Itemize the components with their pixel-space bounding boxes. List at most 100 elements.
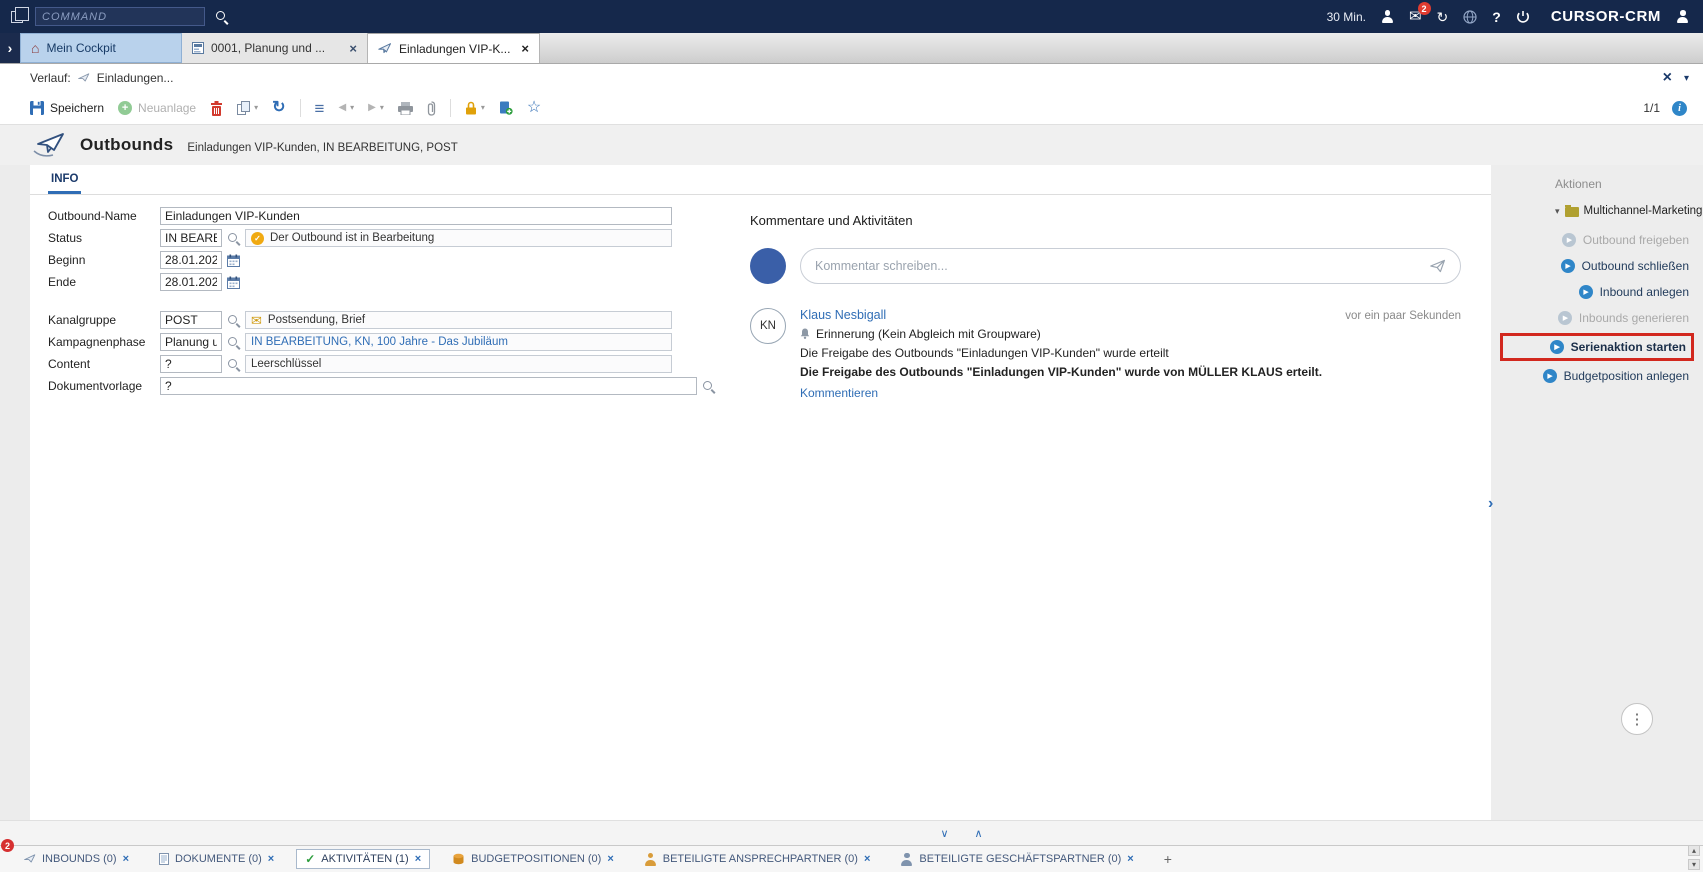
comment-link[interactable]: Kommentieren <box>800 386 878 400</box>
kampagnenphase-lookup-icon[interactable] <box>227 336 240 349</box>
collapse-panel-icon[interactable]: ∨ <box>940 827 948 840</box>
bottom-tab-aktivitaeten[interactable]: ✓ AKTIVITÄTEN (1) × <box>296 849 430 869</box>
beginn-input[interactable] <box>160 251 222 269</box>
menu-button[interactable]: ≡ <box>315 100 325 117</box>
verlauf-entry[interactable]: Einladungen... <box>97 71 174 85</box>
expand-panel-icon[interactable]: ∧ <box>975 827 983 840</box>
add-tab-button[interactable]: + <box>1156 851 1180 867</box>
bottom-tab-dokumente[interactable]: DOKUMENTE (0) × <box>151 850 282 868</box>
comment-input-box[interactable] <box>800 248 1461 284</box>
verlauf-label: Verlauf: <box>30 71 71 85</box>
close-tab-icon[interactable]: × <box>521 42 529 55</box>
back-button[interactable]: ◀ <box>338 103 346 113</box>
more-options-button[interactable]: ⋮ <box>1621 703 1653 735</box>
bottom-tab-budgetpositionen[interactable]: BUDGETPOSITIONEN (0) × <box>444 850 622 868</box>
refresh-icon[interactable]: ↻ <box>1437 10 1449 24</box>
action-serienaktion-starten[interactable]: ▶ Serienaktion starten <box>1500 333 1694 361</box>
scroll-down-icon[interactable]: ▾ <box>1688 859 1700 870</box>
save-button[interactable]: Speichern <box>30 101 104 115</box>
dokumentvorlage-lookup-icon[interactable] <box>702 380 715 393</box>
close-tab-icon[interactable]: × <box>123 854 129 865</box>
kanalgruppe-input[interactable] <box>160 311 222 329</box>
field-label: Kampagnenphase <box>48 335 160 349</box>
globe-icon[interactable] <box>1463 10 1477 24</box>
scroll-up-icon[interactable]: ▴ <box>1688 845 1700 856</box>
lock-button[interactable]: ▾ <box>465 101 485 115</box>
ende-input[interactable] <box>160 273 222 291</box>
new-record-button[interactable]: + Neuanlage <box>118 101 196 115</box>
kanalgruppe-lookup-icon[interactable] <box>227 314 240 327</box>
topbar-right: 30 Min. ✉ 2 ↻ ? CURSOR-CRM <box>1327 8 1703 25</box>
action-inbound-anlegen[interactable]: ▶ Inbound anlegen <box>1491 279 1703 305</box>
tab-mein-cockpit[interactable]: ⌂ Mein Cockpit <box>20 33 182 63</box>
close-tab-icon[interactable]: × <box>607 854 613 865</box>
mail-badge: 2 <box>1418 2 1431 15</box>
collapse-group-icon[interactable]: ▾ <box>1555 206 1560 217</box>
delete-button[interactable] <box>210 101 223 116</box>
content-lookup-icon[interactable] <box>227 358 240 371</box>
tab-einladungen-vip[interactable]: Einladungen VIP-K... × <box>368 33 540 63</box>
info-icon[interactable]: i <box>1672 101 1687 116</box>
close-tab-icon[interactable]: × <box>349 42 357 55</box>
window-copy-icon[interactable] <box>11 11 23 23</box>
activity-author-link[interactable]: Klaus Nesbigall <box>800 308 886 322</box>
comment-input[interactable] <box>815 259 1422 273</box>
forward-button[interactable]: ▶ <box>368 103 376 113</box>
toolbar-separator <box>300 99 301 117</box>
tab-overflow-chevron[interactable]: › <box>0 33 20 63</box>
attachment-button[interactable] <box>427 101 436 116</box>
copy-dropdown-icon[interactable]: ▾ <box>254 104 258 112</box>
scrollbar-buttons: ▴ ▾ <box>1688 845 1700 870</box>
headerbar: Outbounds Einladungen VIP-Kunden, IN BEA… <box>0 125 1703 165</box>
action-budgetposition-anlegen[interactable]: ▶ Budgetposition anlegen <box>1491 363 1703 389</box>
kampagnenphase-link[interactable]: IN BEARBEITUNG, KN, 100 Jahre - Das Jubi… <box>251 336 508 348</box>
status-lookup-icon[interactable] <box>227 232 240 245</box>
mail-icon[interactable]: ✉ 2 <box>1409 9 1422 24</box>
kampagnenphase-input[interactable] <box>160 333 222 351</box>
outbound-name-input[interactable] <box>160 207 672 225</box>
main-panel: INFO Outbound-Name Status <box>30 165 1491 820</box>
panel-expand-icon[interactable]: › <box>1488 495 1493 513</box>
bottom-tab-inbounds[interactable]: INBOUNDS (0) × <box>16 850 137 868</box>
lock-dropdown-icon[interactable]: ▾ <box>481 104 485 112</box>
command-search-icon[interactable] <box>215 10 228 23</box>
action-outbound-schliessen[interactable]: ▶ Outbound schließen <box>1491 253 1703 279</box>
close-tab-icon[interactable]: × <box>415 854 421 865</box>
close-tab-icon[interactable]: × <box>1127 854 1133 865</box>
action-inbounds-generieren[interactable]: ▶ Inbounds generieren <box>1491 305 1703 331</box>
close-view-icon[interactable]: × <box>1663 70 1672 86</box>
beginn-calendar-icon[interactable] <box>227 254 240 267</box>
command-input[interactable] <box>35 7 205 26</box>
close-tab-icon[interactable]: × <box>864 854 870 865</box>
status-input[interactable] <box>160 229 222 247</box>
favorite-button[interactable]: ☆ <box>527 100 541 116</box>
send-comment-icon[interactable] <box>1430 259 1446 273</box>
action-outbound-freigeben[interactable]: ▶ Outbound freigeben <box>1491 227 1703 253</box>
close-tab-icon[interactable]: × <box>268 854 274 865</box>
folder-icon <box>1565 207 1579 217</box>
forward-dropdown-icon[interactable]: ▾ <box>380 104 384 112</box>
view-dropdown-icon[interactable]: ▾ <box>1684 73 1689 84</box>
content-input[interactable] <box>160 355 222 373</box>
activity-line: Die Freigabe des Outbounds "Einladungen … <box>800 365 1461 379</box>
print-button[interactable] <box>398 102 413 115</box>
field-kampagnenphase: Kampagnenphase IN BEARBEITUNG, KN, 100 J… <box>48 331 722 353</box>
dokumentvorlage-input[interactable] <box>160 377 697 395</box>
power-icon[interactable] <box>1516 10 1530 24</box>
actions-group[interactable]: ▾ Multichannel-Marketing <box>1555 205 1703 217</box>
user-icon[interactable] <box>1381 10 1394 23</box>
brand-icon <box>1676 10 1689 23</box>
ende-calendar-icon[interactable] <box>227 276 240 289</box>
help-icon[interactable]: ? <box>1492 9 1501 25</box>
activities-check-icon: ✓ <box>305 853 315 865</box>
reload-button[interactable]: ↻ <box>272 100 285 116</box>
add-record-button[interactable] <box>499 101 513 115</box>
tab-info[interactable]: INFO <box>48 173 81 194</box>
bottom-tab-geschaeftspartner[interactable]: BETEILIGTE GESCHÄFTSPARTNER (0) × <box>892 850 1141 869</box>
bottom-tab-ansprechpartner[interactable]: BETEILIGTE ANSPRECHPARTNER (0) × <box>636 850 879 869</box>
field-content: Content Leerschlüssel <box>48 353 722 375</box>
tab-kampagne[interactable]: 0001, Planung und ... × <box>182 33 368 63</box>
back-dropdown-icon[interactable]: ▾ <box>350 104 354 112</box>
documents-icon <box>159 853 169 865</box>
copy-button[interactable]: ▾ <box>237 101 258 115</box>
